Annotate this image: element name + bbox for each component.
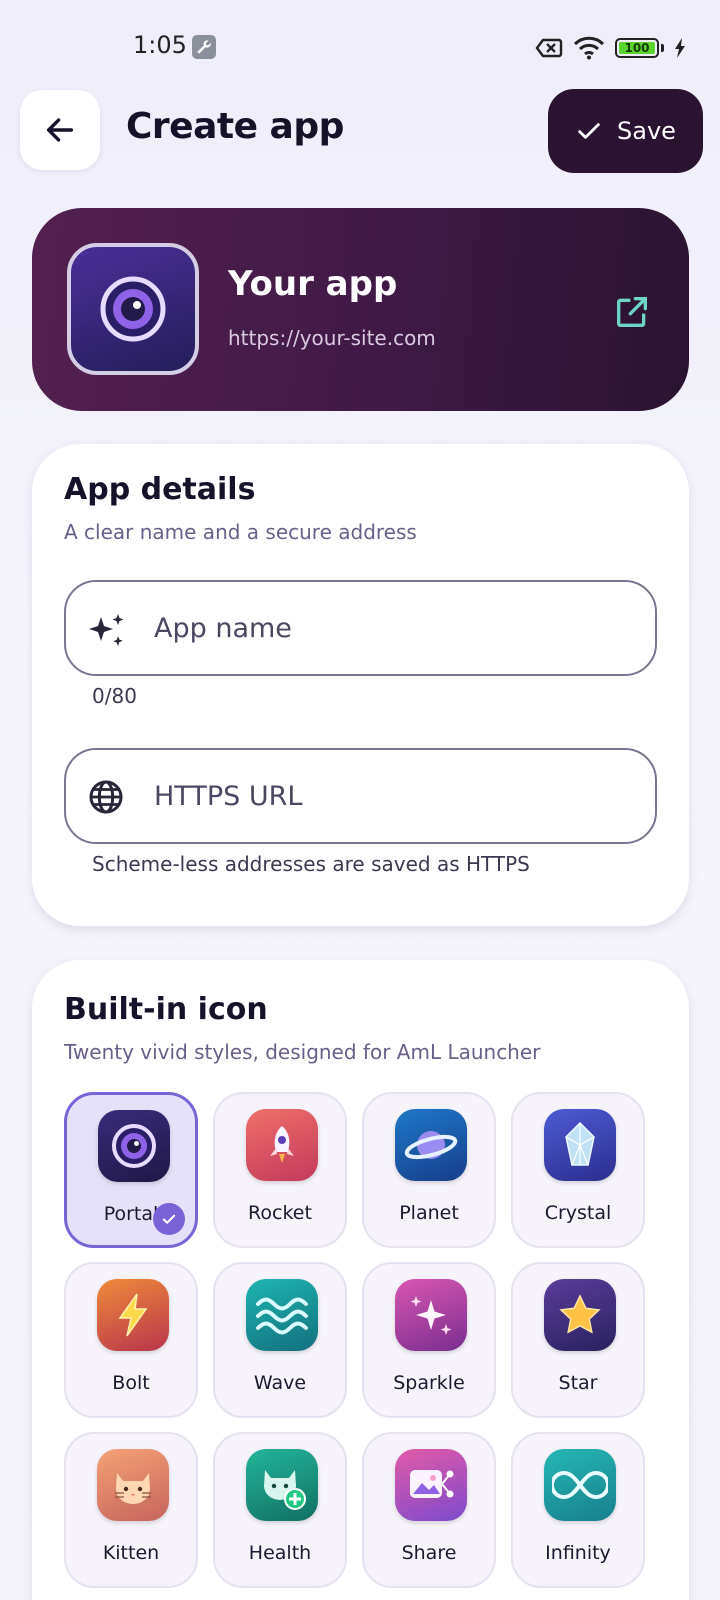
section-title: App details (64, 472, 256, 507)
battery-icon: 100 (615, 38, 659, 58)
icon-label: Star (558, 1372, 598, 1394)
portal-icon (67, 243, 199, 375)
wifi-icon (573, 36, 605, 60)
icon-label: Infinity (545, 1542, 611, 1564)
bolt-icon (97, 1279, 169, 1351)
wrench-icon (192, 35, 216, 59)
preview-app-name: Your app (228, 264, 398, 304)
app-name-input[interactable] (154, 606, 634, 650)
url-field[interactable] (64, 748, 657, 844)
wave-icon (246, 1279, 318, 1351)
status-icons: 100 (535, 36, 686, 60)
name-char-counter: 0/80 (92, 684, 137, 708)
icon-option-star[interactable]: Star (511, 1262, 645, 1418)
battery-level: 100 (624, 41, 650, 55)
sparkle-icon (86, 609, 128, 655)
star-icon (544, 1279, 616, 1351)
back-button[interactable] (20, 90, 100, 170)
page-title: Create app (126, 106, 344, 147)
icon-label: Share (401, 1542, 457, 1564)
charging-icon (675, 38, 685, 58)
infinity-icon (544, 1449, 616, 1521)
icon-option-kitten[interactable]: Kitten (64, 1432, 198, 1588)
health-icon (246, 1449, 318, 1521)
icon-label: Planet (399, 1202, 459, 1224)
section-subtitle: Twenty vivid styles, designed for AmL La… (64, 1040, 541, 1064)
icon-option-infinity[interactable]: Infinity (511, 1432, 645, 1588)
rocket-icon (246, 1109, 318, 1181)
globe-icon (86, 777, 126, 821)
icon-option-planet[interactable]: Planet (362, 1092, 496, 1248)
url-helper-text: Scheme-less addresses are saved as HTTPS (92, 852, 530, 876)
icon-label: Kitten (102, 1542, 160, 1564)
icon-option-rocket[interactable]: Rocket (213, 1092, 347, 1248)
share-icon (395, 1449, 467, 1521)
selected-check-icon (153, 1203, 185, 1235)
icon-option-crystal[interactable]: Crystal (511, 1092, 645, 1248)
check-icon (578, 123, 600, 139)
app-preview-card: Your app https://your-site.com (32, 208, 689, 411)
icon-label: Sparkle (393, 1372, 465, 1394)
icon-label: Wave (253, 1372, 307, 1394)
sparkle-icon (395, 1279, 467, 1351)
app-details-card: App details A clear name and a secure ad… (32, 444, 689, 926)
app-name-field[interactable] (64, 580, 657, 676)
icon-label: Health (248, 1542, 312, 1564)
icon-label: Bolt (112, 1372, 150, 1394)
icon-option-sparkle[interactable]: Sparkle (362, 1262, 496, 1418)
url-input[interactable] (154, 774, 634, 818)
built-in-icon-card: Built-in icon Twenty vivid styles, desig… (32, 960, 689, 1600)
kitten-icon (97, 1449, 169, 1521)
no-sim-icon (535, 38, 563, 58)
arrow-left-icon (46, 118, 74, 142)
section-title: Built-in icon (64, 992, 268, 1027)
icon-label: Crystal (544, 1202, 612, 1224)
icon-option-portal[interactable]: Portal (64, 1092, 198, 1248)
section-subtitle: A clear name and a secure address (64, 520, 417, 544)
icon-option-wave[interactable]: Wave (213, 1262, 347, 1418)
icon-option-bolt[interactable]: Bolt (64, 1262, 198, 1418)
save-button-label: Save (617, 117, 676, 145)
icon-option-health[interactable]: Health (213, 1432, 347, 1588)
status-bar: 1:05 100 (0, 0, 720, 96)
open-external-icon (617, 297, 647, 327)
icon-option-share[interactable]: Share (362, 1432, 496, 1588)
portal-icon (98, 1110, 170, 1182)
icon-label: Rocket (248, 1202, 312, 1224)
preview-app-url: https://your-site.com (228, 326, 436, 350)
status-time: 1:05 (133, 31, 187, 59)
save-button[interactable]: Save (548, 89, 703, 173)
crystal-icon (544, 1109, 616, 1181)
open-external-button[interactable] (612, 292, 652, 336)
planet-icon (395, 1109, 467, 1181)
